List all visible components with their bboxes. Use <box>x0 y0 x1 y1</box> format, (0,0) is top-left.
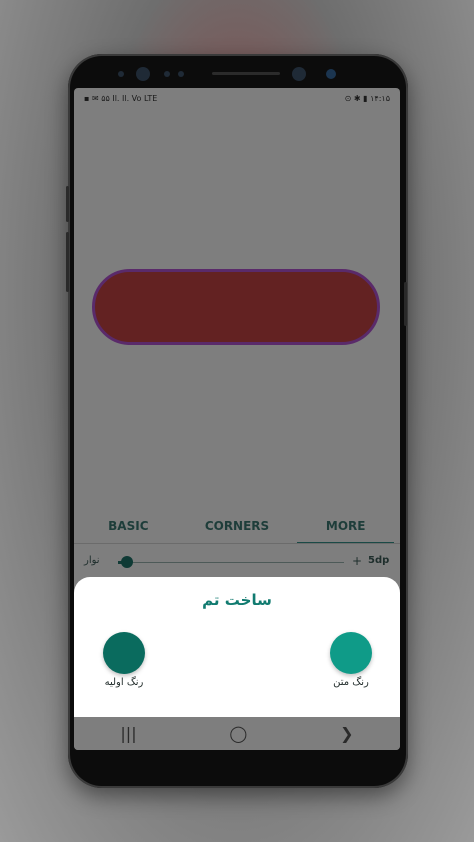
sheet-title: ساخت تم <box>202 591 272 609</box>
status-bar: ▪ ✉ ۵۵ Il. Il. Vo LTE ⊙ ✱ ▮ ۱۴:۱۵ <box>74 88 400 108</box>
iris-camera-icon <box>292 67 306 81</box>
slider-track[interactable] <box>118 562 344 563</box>
increment-button[interactable]: + <box>352 554 362 568</box>
primary-color-label: رنگ اولیه <box>104 677 144 688</box>
volume-down-button <box>66 232 69 292</box>
recents-icon[interactable]: ||| <box>120 724 136 743</box>
sensor-icon <box>118 71 124 77</box>
text-color-swatch[interactable] <box>330 632 372 674</box>
slider-knob[interactable] <box>121 556 134 568</box>
tab-more[interactable]: MORE <box>291 514 400 544</box>
theme-bottom-sheet: ساخت تم رنگ اولیه رنگ متن <box>74 577 400 717</box>
front-camera-icon <box>136 67 150 81</box>
app-screen: ▪ ✉ ۵۵ Il. Il. Vo LTE ⊙ ✱ ▮ ۱۴:۱۵ BASIC … <box>74 88 400 750</box>
text-color-label: رنگ متن <box>333 677 369 688</box>
stroke-label: نوار <box>84 555 100 566</box>
back-icon[interactable]: ❯ <box>340 724 353 743</box>
stroke-value: 5dp <box>368 555 390 566</box>
power-button <box>404 282 407 326</box>
preview-pill-button[interactable] <box>92 269 380 345</box>
tab-corners[interactable]: CORNERS <box>183 514 292 544</box>
sensor-icon <box>178 71 184 77</box>
tab-basic[interactable]: BASIC <box>74 514 183 544</box>
navigation-bar: ||| ◯ ❯ <box>74 717 400 750</box>
status-right: ⊙ ✱ ▮ ۱۴:۱۵ <box>344 93 390 103</box>
status-left: ▪ ✉ ۵۵ Il. Il. Vo LTE <box>84 93 158 103</box>
iris-led-icon <box>326 69 336 79</box>
stroke-slider-row: نوار + 5dp <box>74 552 400 572</box>
sensor-icon <box>164 71 170 77</box>
earpiece-speaker <box>212 72 280 75</box>
volume-up-button <box>66 186 69 222</box>
home-icon[interactable]: ◯ <box>229 724 247 743</box>
tab-divider <box>74 543 400 544</box>
tab-bar: BASIC CORNERS MORE <box>74 514 400 544</box>
primary-color-swatch[interactable] <box>103 632 145 674</box>
